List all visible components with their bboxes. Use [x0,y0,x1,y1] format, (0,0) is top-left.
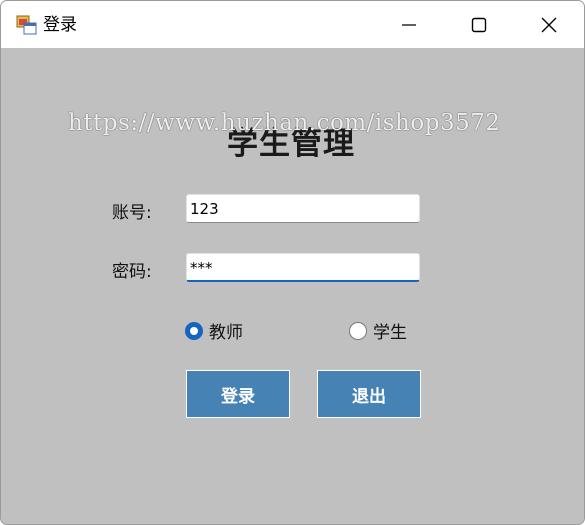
form-app-icon [16,15,37,35]
minimize-icon [402,23,416,26]
exit-button[interactable]: 退出 [317,370,421,418]
role-label-student: 学生 [373,323,407,343]
close-icon [541,17,557,32]
radio-selected-icon [185,321,203,340]
login-window: 登录 学生管理 https://www.huzhan.com/ishop3572… [0,0,585,525]
account-label: 账号: [112,203,152,223]
title-bar[interactable]: 登录 [1,1,584,48]
login-button[interactable]: 登录 [186,370,290,418]
account-input[interactable]: 123 [186,194,420,223]
radio-unselected-icon [349,321,367,340]
window-title: 登录 [43,15,77,35]
role-radio-teacher[interactable]: 教师 [185,318,243,343]
maximize-button[interactable] [444,1,514,48]
close-button[interactable] [514,1,584,48]
role-label-teacher: 教师 [209,323,243,343]
role-radio-student[interactable]: 学生 [349,318,407,343]
password-input[interactable]: *** [186,253,420,282]
watermark-text: https://www.huzhan.com/ishop3572 [68,110,501,136]
form-client-area: 学生管理 https://www.huzhan.com/ishop3572 账号… [1,48,584,524]
maximize-icon [471,17,487,32]
password-label: 密码: [112,262,152,282]
minimize-button[interactable] [374,1,444,48]
